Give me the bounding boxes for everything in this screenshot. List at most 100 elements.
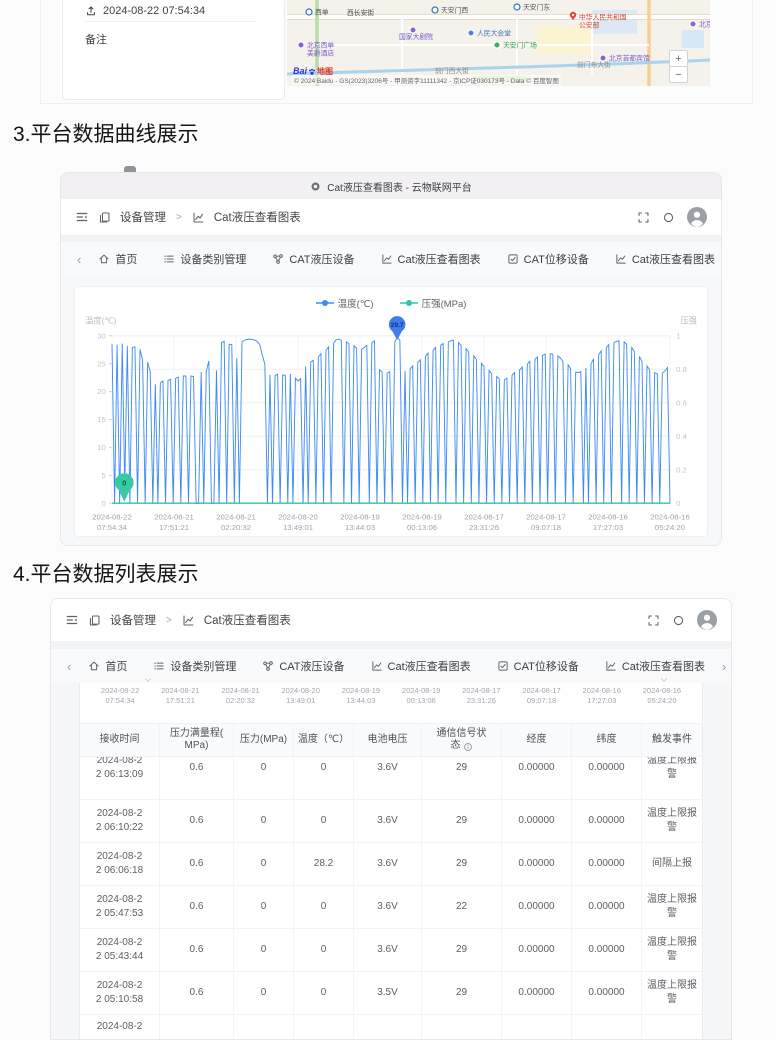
table-cell: 温度上限报警	[642, 929, 702, 971]
table-cell: 3.6V	[354, 800, 422, 842]
breadcrumb-current[interactable]: Cat液压查看图表	[214, 209, 301, 225]
tabs-scroll-left-icon[interactable]: ‹	[63, 659, 75, 674]
device-detail-card: 2024-08-22 07:54:34 备注	[62, 0, 285, 100]
tab-Cat液压查看图表[interactable]: Cat液压查看图表	[605, 658, 705, 674]
table-row[interactable]: 2024-08-22 05:47:530.6003.6V220.000000.0…	[80, 886, 702, 929]
table-row[interactable]: 2024-08-22 06:13:090.6003.6V290.000000.0…	[80, 757, 702, 800]
avatar[interactable]	[687, 207, 707, 227]
table-cell: 0	[234, 757, 294, 799]
table-cell: 3.6V	[354, 843, 422, 885]
table-cell: 0.6	[160, 929, 234, 971]
table-cell: 0	[234, 886, 294, 928]
table-body[interactable]: 2024-08-22 06:13:090.6003.6V290.000000.0…	[80, 757, 702, 1040]
tab-CAT位移设备[interactable]: CAT位移设备	[507, 251, 589, 267]
breadcrumb-root[interactable]: 设备管理	[110, 612, 156, 628]
table-cell: 温度上限报警	[642, 800, 702, 842]
tabs-scroll-left-icon[interactable]: ‹	[73, 252, 85, 267]
tab-grid-icon[interactable]	[730, 659, 732, 673]
svg-text:0.6: 0.6	[676, 398, 687, 407]
baidu-map[interactable]: 西单西长安街天安门西天安门东人民大会堂国家大剧院天安门广场中华人民共和国公安部北…	[287, 0, 710, 86]
svg-text:2024-08-16: 2024-08-16	[650, 513, 690, 522]
svg-text:2024-08-19: 2024-08-19	[402, 513, 442, 522]
chart-icon	[192, 211, 205, 224]
fullscreen-icon[interactable]	[637, 211, 650, 224]
refresh-icon[interactable]	[672, 614, 685, 627]
tab-首页[interactable]: 首页	[88, 658, 127, 674]
column-header: 电池电压	[354, 724, 422, 756]
table-cell: 0	[234, 800, 294, 842]
upload-timestamp: 2024-08-22 07:54:34	[103, 5, 205, 17]
table-cell: 2024-08-2	[80, 1015, 160, 1040]
legend-item[interactable]: 温度(℃)	[316, 296, 374, 310]
table-cell: 0.00000	[572, 929, 642, 971]
xaxis-label: 2024-08-1900:13:06	[391, 686, 451, 706]
table-cell: 29	[422, 757, 502, 799]
table-row[interactable]: 2024-08-22 05:10:580.6003.5V290.000000.0…	[80, 972, 702, 1015]
info-icon[interactable]	[463, 742, 473, 752]
table-screenshot-window: 设备管理 > Cat液压查看图表 ‹ 首页设备类别管理CAT液压设备Cat液压查…	[50, 598, 732, 1040]
collapse-menu-icon[interactable]	[75, 210, 89, 224]
map-zoom-out-button[interactable]: −	[669, 66, 688, 83]
chart-screenshot-window: Cat液压查看图表 - 云物联网平台 设备管理 > Cat液压查看图表 ‹ 首页…	[60, 172, 722, 546]
tab-设备类别管理[interactable]: 设备类别管理	[163, 251, 246, 267]
table-cell: 0.00000	[572, 972, 642, 1014]
fullscreen-icon[interactable]	[647, 614, 660, 627]
chart-card: 温度(℃)压强(MPa) 温度(℃)压强10.80.60.40.20302520…	[74, 286, 708, 537]
divider	[752, 0, 753, 103]
table-row[interactable]: 2024-08-22 06:10:220.6003.6V290.000000.0…	[80, 800, 702, 843]
svg-text:北京西单: 北京西单	[307, 41, 334, 50]
home-icon	[88, 660, 100, 672]
table-row[interactable]: 2024-08-2	[80, 1015, 702, 1040]
breadcrumb-separator: >	[176, 212, 182, 223]
collapse-menu-icon[interactable]	[65, 613, 79, 627]
table-cell: 0	[294, 929, 354, 971]
svg-text:09:07:18: 09:07:18	[531, 523, 561, 532]
map-zoom-in-button[interactable]: +	[669, 50, 688, 67]
table-cell	[642, 1015, 702, 1040]
table-cell	[572, 1015, 642, 1040]
column-header: 通信信号状态	[422, 724, 502, 756]
tab-Cat液压查看图表[interactable]: Cat液压查看图表	[371, 658, 471, 674]
svg-text:0.4: 0.4	[676, 432, 687, 441]
divider	[40, 0, 41, 103]
svg-text:23:31:26: 23:31:26	[469, 523, 499, 532]
tabs-scroll-right-icon[interactable]: ›	[718, 659, 730, 674]
chart-plot[interactable]: 温度(℃)压强10.80.60.40.203025201510502024-08…	[81, 311, 701, 534]
table-cell: 0.6	[160, 843, 234, 885]
table-cell: 0.6	[160, 886, 234, 928]
tab-设备类别管理[interactable]: 设备类别管理	[153, 658, 236, 674]
table-row[interactable]: 2024-08-22 06:06:180.6028.23.6V290.00000…	[80, 843, 702, 886]
svg-text:前门西大街: 前门西大街	[435, 66, 469, 75]
table-row[interactable]: 2024-08-22 05:43:440.6003.6V290.000000.0…	[80, 929, 702, 972]
svg-text:2024-08-17: 2024-08-17	[526, 513, 566, 522]
svg-text:07:54:34: 07:54:34	[97, 523, 128, 532]
nav-tab-bar: ‹ 首页 设备类别管理 CAT液压设备 Cat液压查看图表 CAT位移设备 Cat液压查看…	[61, 242, 721, 276]
list-icon	[163, 253, 175, 265]
table-cell: 0.6	[160, 800, 234, 842]
table-cell: 3.6V	[354, 886, 422, 928]
svg-text:西单: 西单	[315, 8, 329, 17]
window-titlebar: Cat液压查看图表 - 云物联网平台	[61, 173, 721, 199]
table-cell: 2024-08-22 06:10:22	[80, 800, 160, 842]
svg-text:10: 10	[97, 443, 106, 452]
svg-text:美爵酒店: 美爵酒店	[307, 49, 334, 58]
tab-首页[interactable]: 首页	[98, 251, 137, 267]
tab-CAT位移设备[interactable]: CAT位移设备	[497, 658, 579, 674]
refresh-icon[interactable]	[662, 211, 675, 224]
tab-CAT液压设备[interactable]: CAT液压设备	[262, 658, 344, 674]
tab-CAT液压设备[interactable]: CAT液压设备	[272, 251, 354, 267]
svg-text:国家大剧院: 国家大剧院	[399, 32, 433, 41]
legend-item[interactable]: 压强(MPa)	[400, 296, 467, 310]
xaxis-label: 2024-08-2207:54:34	[90, 686, 150, 706]
table-cell: 2024-08-22 06:06:18	[80, 843, 160, 885]
svg-text:00:13:06: 00:13:06	[407, 523, 437, 532]
svg-text:压强: 压强	[680, 316, 697, 325]
tab-Cat液压查看图表[interactable]: Cat液压查看图表	[381, 251, 481, 267]
avatar[interactable]	[697, 610, 717, 630]
window-title: Cat液压查看图表 - 云物联网平台	[327, 179, 471, 194]
breadcrumb-current[interactable]: Cat液压查看图表	[204, 612, 291, 628]
map-attribution: © 2024 Baidu - GS(2023)3206号 - 甲测资字11111…	[292, 75, 561, 85]
tab-Cat液压查看图表[interactable]: Cat液压查看图表	[615, 251, 715, 267]
breadcrumb-root[interactable]: 设备管理	[120, 209, 166, 225]
svg-text:西长安街: 西长安街	[347, 8, 374, 17]
